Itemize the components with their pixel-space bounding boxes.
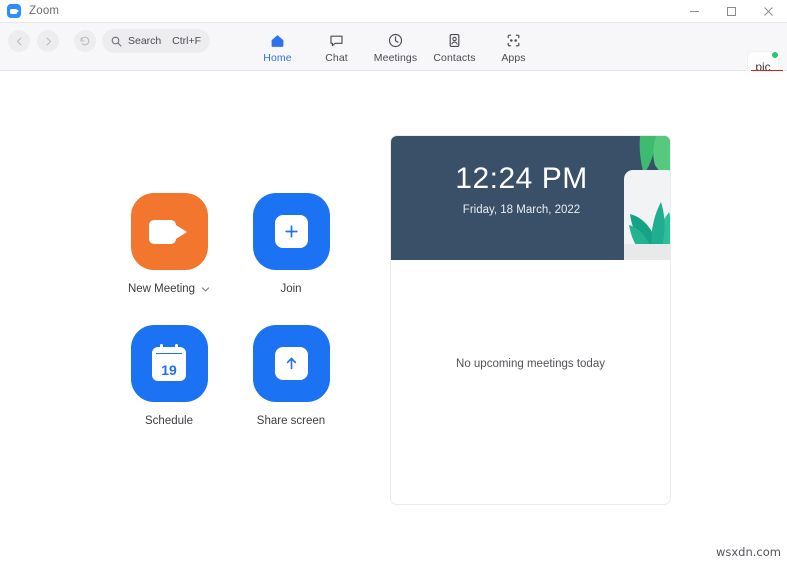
clock-hero: 12:24 PM Friday, 18 March, 2022: [391, 136, 670, 260]
schedule-tile: 19: [130, 325, 208, 402]
join-button[interactable]: Join: [230, 193, 352, 325]
upcoming-meetings-panel: 12:24 PM Friday, 18 March, 2022 No upcom…: [390, 135, 671, 505]
share-screen-tile: [252, 325, 330, 402]
empty-state: No upcoming meetings today: [391, 260, 670, 504]
person-card-icon: [446, 31, 463, 49]
apps-grid-icon: [505, 31, 522, 49]
search-icon: [111, 36, 122, 47]
schedule-label: Schedule: [145, 415, 193, 427]
close-icon[interactable]: [750, 0, 787, 23]
navigation-buttons: [8, 30, 96, 52]
status-indicator-dot: [771, 51, 779, 59]
chevron-down-icon[interactable]: [201, 285, 210, 294]
minimize-icon[interactable]: [676, 0, 713, 23]
nav-tabs: Home Chat Meetings Contacts Apps: [248, 28, 543, 64]
tab-apps-label: Apps: [501, 52, 526, 64]
plus-icon: [274, 215, 308, 248]
title-bar: Zoom: [0, 0, 787, 23]
calendar-day: 19: [161, 361, 177, 378]
share-screen-label: Share screen: [256, 415, 326, 427]
tab-chat-label: Chat: [325, 52, 348, 64]
search-placeholder: Search: [128, 35, 162, 47]
watermark: wsxdn.com: [715, 545, 781, 559]
chevron-left-icon[interactable]: [8, 30, 30, 52]
home-icon: [269, 31, 286, 49]
schedule-button[interactable]: 19 Schedule: [108, 325, 230, 457]
window-controls: [676, 0, 787, 23]
tab-meetings-label: Meetings: [373, 52, 418, 64]
window-title: Zoom: [29, 5, 60, 17]
clock-icon: [387, 31, 404, 49]
join-tile: [252, 193, 330, 270]
tab-chat[interactable]: Chat: [307, 28, 366, 64]
new-meeting-label: New Meeting: [127, 283, 196, 295]
tab-apps[interactable]: Apps: [484, 28, 543, 64]
empty-state-text: No upcoming meetings today: [456, 358, 605, 370]
chevron-right-icon[interactable]: [37, 30, 59, 52]
zoom-app-window: Zoom Search Ctrl+F Home Chat Meetings Co…: [0, 0, 787, 565]
tab-meetings[interactable]: Meetings: [366, 28, 425, 64]
maximize-icon[interactable]: [713, 0, 750, 23]
main-toolbar: Search Ctrl+F Home Chat Meetings Contact…: [0, 23, 787, 82]
share-screen-button[interactable]: Share screen: [230, 325, 352, 457]
tab-contacts-label: Contacts: [433, 52, 476, 64]
potted-plant-illustration: [624, 136, 670, 260]
share-screen-label-row: Share screen: [257, 415, 325, 427]
calendar-icon: 19: [152, 343, 186, 381]
tab-contacts[interactable]: Contacts: [425, 28, 484, 64]
tab-home[interactable]: Home: [248, 28, 307, 64]
search-shortcut: Ctrl+F: [172, 35, 201, 47]
quick-actions-grid: New Meeting Join 19 Schedule Share scree…: [108, 193, 352, 457]
tab-home-label: Home: [263, 52, 292, 64]
new-meeting-button[interactable]: New Meeting: [108, 193, 230, 325]
join-label: Join: [280, 283, 302, 295]
home-content: New Meeting Join 19 Schedule Share scree…: [0, 71, 787, 565]
zoom-logo-icon: [7, 4, 21, 18]
new-meeting-tile: [130, 193, 208, 270]
chat-bubble-icon: [328, 31, 345, 49]
new-meeting-label-row: New Meeting: [128, 283, 210, 295]
clock-rewind-icon[interactable]: [74, 30, 96, 52]
search-input[interactable]: Search Ctrl+F: [102, 29, 210, 53]
arrow-up-icon: [274, 347, 308, 380]
join-label-row: Join: [280, 283, 301, 295]
video-camera-icon: [149, 219, 189, 244]
schedule-label-row: Schedule: [145, 415, 193, 427]
